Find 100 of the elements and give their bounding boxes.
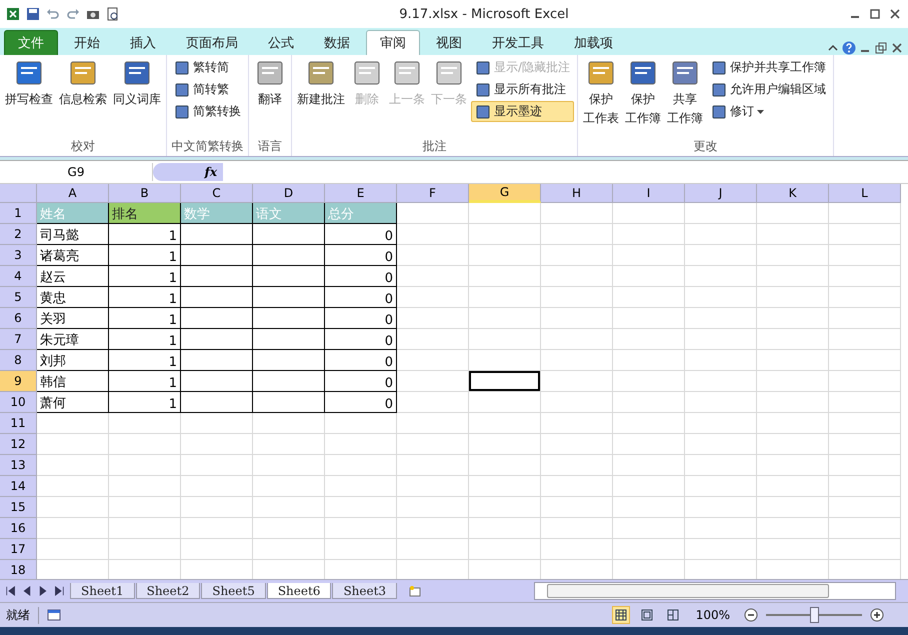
table-cell[interactable]: 朱元璋 [37, 329, 109, 350]
sheet-nav-icon[interactable] [22, 584, 32, 598]
table-cell[interactable] [181, 308, 253, 329]
table-cell[interactable]: 关羽 [37, 308, 109, 329]
table-cell[interactable] [181, 392, 253, 413]
row-header[interactable]: 17 [0, 539, 37, 560]
ribbon-button[interactable]: 显示墨迹 [471, 101, 574, 122]
table-cell[interactable]: 1 [109, 266, 181, 287]
row-header[interactable]: 3 [0, 245, 37, 266]
table-cell[interactable]: 韩信 [37, 371, 109, 392]
row-header[interactable]: 4 [0, 266, 37, 287]
table-cell[interactable]: 0 [325, 371, 397, 392]
maximize-icon[interactable] [868, 7, 882, 21]
table-cell[interactable]: 0 [325, 287, 397, 308]
row-header[interactable]: 14 [0, 476, 37, 497]
sheet-tab[interactable]: Sheet6 [266, 583, 332, 599]
table-cell[interactable] [253, 287, 325, 308]
row-header[interactable]: 18 [0, 560, 37, 579]
table-cell[interactable] [253, 224, 325, 245]
ribbon-button[interactable]: 拼写检查 [3, 57, 55, 138]
ribbon-tab[interactable]: 数据 [310, 30, 364, 55]
insert-sheet-icon[interactable] [408, 584, 422, 598]
table-cell[interactable]: 1 [109, 329, 181, 350]
column-header[interactable]: J [685, 184, 757, 203]
ribbon-tab[interactable]: 加载项 [560, 30, 627, 55]
table-cell[interactable] [253, 266, 325, 287]
redo-icon[interactable] [66, 7, 80, 21]
table-cell[interactable] [253, 245, 325, 266]
active-cell[interactable] [469, 371, 541, 392]
row-header[interactable]: 2 [0, 224, 37, 245]
table-cell[interactable] [181, 224, 253, 245]
column-header[interactable]: B [109, 184, 181, 203]
ribbon-tab[interactable]: 审阅 [366, 30, 420, 55]
table-cell[interactable] [253, 308, 325, 329]
row-header[interactable]: 6 [0, 308, 37, 329]
file-tab[interactable]: 文件 [4, 30, 58, 55]
table-cell[interactable]: 1 [109, 392, 181, 413]
app-icon[interactable] [6, 7, 20, 21]
column-header[interactable]: F [397, 184, 469, 203]
table-cell[interactable] [181, 329, 253, 350]
table-cell[interactable]: 1 [109, 245, 181, 266]
sheet-tab[interactable]: Sheet2 [136, 583, 200, 599]
row-header[interactable]: 9 [0, 371, 37, 392]
ribbon-button[interactable]: 保护 工作簿 [623, 57, 664, 138]
sheet-nav-icon[interactable] [38, 584, 48, 598]
sheet-tab[interactable]: Sheet1 [70, 583, 135, 599]
table-cell[interactable] [181, 287, 253, 308]
save-icon[interactable] [26, 7, 40, 21]
horizontal-scrollbar[interactable] [534, 582, 896, 600]
row-header[interactable]: 12 [0, 434, 37, 455]
table-cell[interactable] [181, 350, 253, 371]
row-header[interactable]: 13 [0, 455, 37, 476]
table-cell[interactable]: 1 [109, 224, 181, 245]
table-cell[interactable] [181, 245, 253, 266]
table-cell[interactable] [181, 266, 253, 287]
table-cell[interactable]: 萧何 [37, 392, 109, 413]
column-header[interactable]: I [613, 184, 685, 203]
row-header[interactable]: 10 [0, 392, 37, 413]
row-header[interactable]: 16 [0, 518, 37, 539]
row-header[interactable]: 5 [0, 287, 37, 308]
help-icon[interactable] [842, 41, 856, 55]
ribbon-button[interactable]: 新建批注 [295, 57, 347, 138]
table-cell[interactable]: 1 [109, 371, 181, 392]
ribbon-button[interactable]: 信息检索 [57, 57, 109, 138]
sheet-tab[interactable]: Sheet5 [201, 583, 266, 599]
table-cell[interactable]: 0 [325, 308, 397, 329]
column-header[interactable]: L [829, 184, 901, 203]
ribbon-button[interactable]: 允许用户编辑区域 [707, 79, 830, 100]
zoom-slider-thumb[interactable] [810, 607, 819, 623]
ribbon-button[interactable]: 繁转简 [170, 57, 245, 78]
select-all-corner[interactable] [0, 184, 37, 203]
table-cell[interactable]: 0 [325, 245, 397, 266]
undo-icon[interactable] [46, 7, 60, 21]
restore-icon[interactable] [874, 41, 888, 55]
column-header[interactable]: E [325, 184, 397, 203]
ribbon-tab[interactable]: 开始 [60, 30, 114, 55]
ribbon-button[interactable]: 翻译 [252, 57, 288, 138]
row-header[interactable]: 7 [0, 329, 37, 350]
ribbon-tab[interactable]: 公式 [254, 30, 308, 55]
row-header[interactable]: 8 [0, 350, 37, 371]
column-header[interactable]: D [253, 184, 325, 203]
ribbon-button[interactable]: 显示所有批注 [471, 79, 574, 100]
sheet-nav-icon[interactable] [54, 584, 64, 598]
ribbon-button[interactable]: 简繁转换 [170, 101, 245, 122]
table-cell[interactable]: 0 [325, 350, 397, 371]
table-cell[interactable] [253, 392, 325, 413]
row-header[interactable]: 1 [0, 203, 37, 224]
table-cell[interactable]: 1 [109, 308, 181, 329]
ribbon-tab[interactable]: 页面布局 [172, 30, 252, 55]
zoom-out-icon[interactable] [744, 608, 758, 622]
ribbon-button[interactable]: 保护 工作表 [581, 57, 622, 138]
insert-function-button[interactable]: fx [153, 163, 223, 181]
ribbon-button[interactable]: 保护并共享工作簿 [707, 57, 830, 78]
table-cell[interactable]: 0 [325, 392, 397, 413]
ribbon-tab[interactable]: 开发工具 [478, 30, 558, 55]
table-cell[interactable]: 诸葛亮 [37, 245, 109, 266]
ribbon-tab[interactable]: 插入 [116, 30, 170, 55]
table-cell[interactable]: 刘邦 [37, 350, 109, 371]
table-cell[interactable] [253, 371, 325, 392]
table-cell[interactable]: 黄忠 [37, 287, 109, 308]
